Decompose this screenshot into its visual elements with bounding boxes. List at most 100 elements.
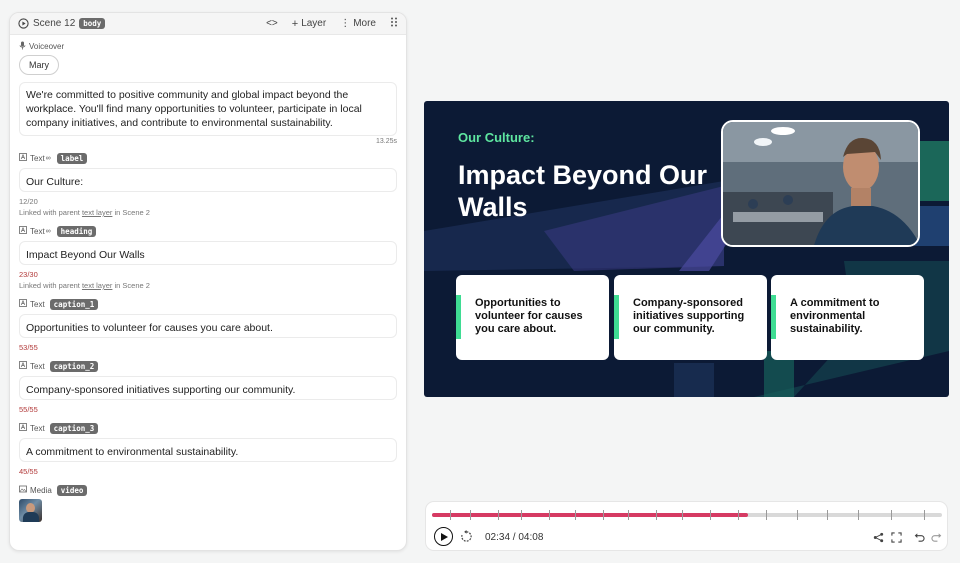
voiceover-label: Voiceover [29,41,65,51]
linked-prefix: Linked with parent [19,208,80,217]
presenter-photo-art [723,122,918,245]
text-layer-icon [19,226,27,236]
parent-layer-link[interactable]: text layer [82,281,112,290]
field-kind: Text [30,153,45,163]
voiceover-duration: 13.25s [375,138,397,145]
presenter-photo [721,120,920,247]
link-icon: ∞ [45,227,51,235]
caption1-char-count: 53/55 [19,343,38,352]
heading-linked-note: Linked with parent text layer in Scene 2 [19,280,397,291]
replay-icon[interactable] [460,530,473,543]
timeline-scene-marker[interactable] [575,510,576,520]
text-layer-icon [19,153,27,163]
slide-eyebrow: Our Culture: [458,130,535,145]
timeline-scene-marker[interactable] [549,510,550,520]
label-char-count: 12/20 [19,197,38,206]
media-tag: video [56,484,88,496]
card-accent-bar [456,295,461,339]
timeline-scene-marker[interactable] [710,510,711,520]
caption3-text-input[interactable]: A commitment to environmental sustainabi… [19,438,397,462]
grip-icon [390,17,398,30]
media-label: Media [30,485,52,495]
card-accent-bar [614,295,619,339]
timeline-scene-marker[interactable] [656,510,657,520]
panel-header: Scene 12 body <> + Layer ⋮ More [10,13,406,35]
field-caption2-header: Text caption_2 [19,359,397,373]
kebab-icon: ⋮ [340,18,351,29]
code-button[interactable]: <> [266,18,278,29]
timeline-scene-marker[interactable] [891,510,892,520]
timeline-scene-marker[interactable] [924,510,925,520]
play-button[interactable] [434,527,453,546]
timeline-scene-marker[interactable] [498,510,499,520]
timeline-scene-marker[interactable] [682,510,683,520]
code-icon: <> [266,18,278,29]
caption3-char-count: 45/55 [19,467,38,476]
timeline-scene-marker[interactable] [603,510,604,520]
linked-suffix: in Scene 2 [114,208,150,217]
timeline-scene-marker[interactable] [766,510,767,520]
caption2-text-input[interactable]: Company-sponsored initiatives supporting… [19,376,397,400]
voiceover-textarea[interactable]: We're committed to positive community an… [19,82,397,136]
field-kind: Text [30,423,45,433]
field-kind: Text [30,226,45,236]
linked-prefix: Linked with parent [19,281,80,290]
field-caption1-header: Text caption_1 [19,297,397,311]
card-text: Company-sponsored initiatives supporting… [633,297,745,335]
timeline-scene-marker[interactable] [470,510,471,520]
add-layer-button[interactable]: + Layer [292,18,326,30]
card-text: Opportunities to volunteer for causes yo… [475,297,583,335]
undo-icon[interactable] [914,532,925,543]
playback-bar: 02:34 / 04:08 [425,501,948,551]
timeline-scene-marker[interactable] [738,510,739,520]
timeline-scene-marker[interactable] [827,510,828,520]
field-tag: caption_1 [49,298,99,310]
timeline-scene-marker[interactable] [797,510,798,520]
caption2-char-count: 55/55 [19,405,38,414]
media-thumbnail[interactable] [19,499,42,522]
text-layer-icon [19,423,27,433]
caption1-text-input[interactable]: Opportunities to volunteer for causes yo… [19,314,397,338]
slide-card-2: Company-sponsored initiatives supporting… [614,275,767,360]
heading-char-count: 23/30 [19,270,38,279]
field-label-header: Text ∞ label [19,151,397,165]
timeline-scene-marker[interactable] [858,510,859,520]
slide-card-3: A commitment to environmental sustainabi… [771,275,924,360]
label-text-input[interactable]: Our Culture: [19,168,397,192]
media-icon [19,485,27,495]
field-kind: Text [30,299,45,309]
voice-select-chip[interactable]: Mary [19,55,59,75]
field-tag: label [56,152,88,164]
thumbnail-shirt [23,512,39,522]
plus-icon: + [291,17,299,30]
play-circle-icon[interactable] [18,18,29,29]
timeline-scene-marker[interactable] [521,510,522,520]
add-layer-label: Layer [301,18,327,29]
text-layer-icon [19,361,27,371]
media-section-header: Media video [19,483,397,497]
microphone-icon [19,41,26,52]
timeline-scene-marker[interactable] [450,510,451,520]
fullscreen-icon[interactable] [891,532,902,543]
drag-handle[interactable] [390,17,398,30]
card-text: A commitment to environmental sustainabi… [790,297,880,335]
scene-editor-panel: Scene 12 body <> + Layer ⋮ More Voiceove… [9,12,407,551]
field-caption3-header: Text caption_3 [19,421,397,435]
more-button[interactable]: ⋮ More [340,18,376,29]
field-tag: caption_3 [49,422,99,434]
text-layer-icon [19,299,27,309]
share-icon[interactable] [873,532,884,543]
field-kind: Text [30,361,45,371]
linked-suffix: in Scene 2 [114,281,150,290]
redo-icon[interactable] [931,532,942,543]
field-heading-header: Text ∞ heading [19,224,397,238]
heading-text-input[interactable]: Impact Beyond Our Walls [19,241,397,265]
timeline-scrubber[interactable] [432,510,942,520]
slide-card-1: Opportunities to volunteer for causes yo… [456,275,609,360]
parent-layer-link[interactable]: text layer [82,208,112,217]
scene-title-group[interactable]: Scene 12 body [18,18,106,29]
timeline-scene-marker[interactable] [628,510,629,520]
card-accent-bar [771,295,776,339]
slide-preview[interactable]: Our Culture: Impact Beyond Our Walls Opp… [424,101,949,397]
slide-headline: Impact Beyond Our Walls [458,160,708,222]
